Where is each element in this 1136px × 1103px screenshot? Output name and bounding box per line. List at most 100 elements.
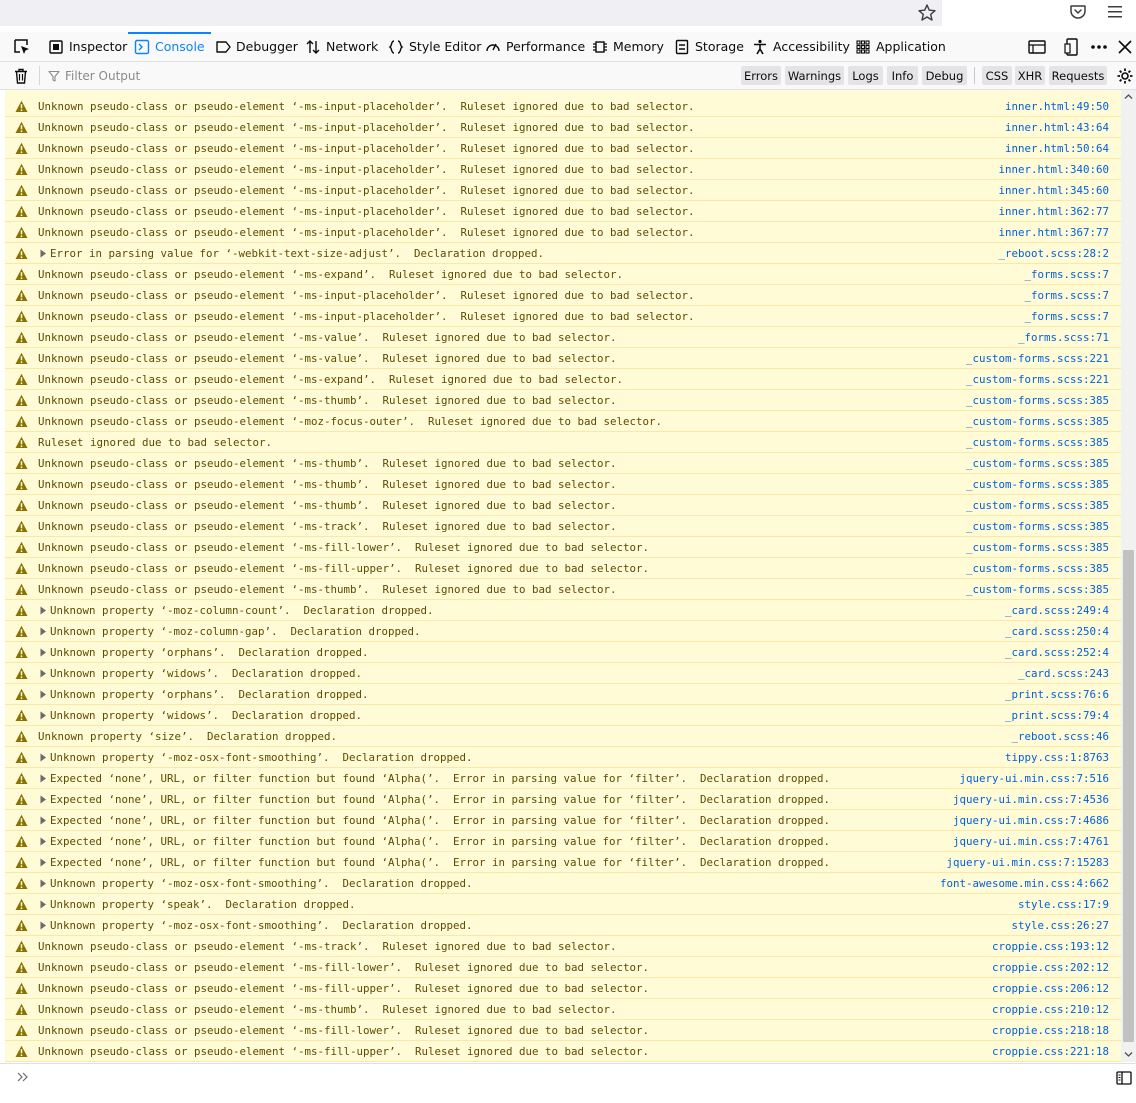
message-source-link[interactable]: inner.html:367:77: [998, 226, 1109, 239]
expand-arrow-icon[interactable]: [39, 816, 47, 825]
console-message-row[interactable]: Unknown pseudo-class or pseudo-element ‘…: [5, 222, 1121, 243]
message-source-link[interactable]: _card.scss:250:4: [1005, 625, 1109, 638]
expand-arrow-icon[interactable]: [39, 627, 47, 636]
message-source-link[interactable]: _reboot.scss:46: [1011, 730, 1109, 743]
tab-debugger[interactable]: Debugger: [215, 32, 298, 61]
message-source-link[interactable]: inner.html:362:77: [998, 205, 1109, 218]
message-source-link[interactable]: _custom-forms.scss:385: [966, 457, 1109, 470]
tab-memory[interactable]: Memory: [592, 32, 664, 61]
console-input[interactable]: [0, 1063, 1136, 1103]
filter-requests-button[interactable]: Requests: [1049, 66, 1107, 85]
console-message-row[interactable]: Unknown property ‘-moz-column-gap’. Decl…: [5, 621, 1121, 642]
console-message-row[interactable]: Unknown pseudo-class or pseudo-element ‘…: [5, 180, 1121, 201]
filter-errors-button[interactable]: Errors: [741, 66, 781, 85]
tab-network[interactable]: Network: [305, 32, 378, 61]
message-source-link[interactable]: croppie.css:210:12: [992, 1003, 1109, 1016]
expand-arrow-icon[interactable]: [39, 858, 47, 867]
filter-logs-button[interactable]: Logs: [848, 66, 883, 85]
message-source-link[interactable]: croppie.css:218:18: [992, 1024, 1109, 1037]
expand-arrow-icon[interactable]: [39, 690, 47, 699]
element-picker-icon[interactable]: [12, 37, 32, 57]
message-source-link[interactable]: _card.scss:243: [1018, 667, 1109, 680]
scrollbar[interactable]: [1121, 90, 1136, 1062]
message-source-link[interactable]: _forms.scss:7: [1024, 289, 1109, 302]
tab-application[interactable]: Application: [855, 32, 946, 61]
message-source-link[interactable]: _custom-forms.scss:385: [966, 415, 1109, 428]
console-message-row[interactable]: Expected ‘none’, URL, or filter function…: [5, 852, 1121, 873]
console-message-row[interactable]: Unknown pseudo-class or pseudo-element ‘…: [5, 96, 1121, 117]
console-message-row[interactable]: Unknown pseudo-class or pseudo-element ‘…: [5, 411, 1121, 432]
tab-accessibility[interactable]: Accessibility: [752, 32, 850, 61]
console-output[interactable]: Unknown pseudo-class or pseudo-element ‘…: [5, 90, 1121, 1062]
message-source-link[interactable]: croppie.css:206:12: [992, 982, 1109, 995]
console-message-row[interactable]: Expected ‘none’, URL, or filter function…: [5, 768, 1121, 789]
bookmark-star-icon[interactable]: [916, 2, 938, 24]
console-message-row[interactable]: Unknown pseudo-class or pseudo-element ‘…: [5, 957, 1121, 978]
expand-arrow-icon[interactable]: [39, 837, 47, 846]
tab-inspector[interactable]: Inspector: [48, 32, 127, 61]
message-source-link[interactable]: croppie.css:221:18: [992, 1045, 1109, 1058]
console-message-row[interactable]: Unknown pseudo-class or pseudo-element ‘…: [5, 579, 1121, 600]
message-source-link[interactable]: _custom-forms.scss:385: [966, 520, 1109, 533]
console-message-row[interactable]: Unknown pseudo-class or pseudo-element ‘…: [5, 201, 1121, 222]
message-source-link[interactable]: jquery-ui.min.css:7:15283: [946, 856, 1109, 869]
trash-icon[interactable]: [12, 67, 30, 85]
message-source-link[interactable]: croppie.css:202:12: [992, 961, 1109, 974]
console-message-row[interactable]: Unknown pseudo-class or pseudo-element ‘…: [5, 516, 1121, 537]
console-message-row[interactable]: Unknown pseudo-class or pseudo-element ‘…: [5, 117, 1121, 138]
console-message-row[interactable]: Unknown pseudo-class or pseudo-element ‘…: [5, 999, 1121, 1020]
console-message-row[interactable]: Unknown pseudo-class or pseudo-element ‘…: [5, 264, 1121, 285]
hamburger-menu-icon[interactable]: [1105, 2, 1125, 22]
message-source-link[interactable]: jquery-ui.min.css:7:516: [959, 772, 1109, 785]
console-message-row[interactable]: Ruleset ignored due to bad selector. _cus…: [5, 432, 1121, 453]
console-message-row[interactable]: Unknown pseudo-class or pseudo-element ‘…: [5, 558, 1121, 579]
tab-performance[interactable]: Performance: [485, 32, 585, 61]
console-message-row[interactable]: Unknown property ‘orphans’. Declaration …: [5, 684, 1121, 705]
expand-arrow-icon[interactable]: [39, 900, 47, 909]
message-source-link[interactable]: tippy.css:1:8763: [1005, 751, 1109, 764]
console-message-row[interactable]: Unknown pseudo-class or pseudo-element ‘…: [5, 327, 1121, 348]
console-message-row[interactable]: Unknown pseudo-class or pseudo-element ‘…: [5, 474, 1121, 495]
console-message-row[interactable]: Unknown property ‘-moz-osx-font-smoothin…: [5, 747, 1121, 768]
filter-input[interactable]: Filter Output: [48, 66, 608, 85]
console-message-row[interactable]: Unknown pseudo-class or pseudo-element ‘…: [5, 138, 1121, 159]
message-source-link[interactable]: inner.html:50:64: [1005, 142, 1109, 155]
close-icon[interactable]: [1115, 37, 1135, 57]
editor-mode-icon[interactable]: [1116, 1071, 1132, 1085]
message-source-link[interactable]: _print.scss:76:6: [1005, 688, 1109, 701]
pocket-icon[interactable]: [1068, 2, 1088, 22]
tab-storage[interactable]: Storage: [674, 32, 744, 61]
filter-xhr-button[interactable]: XHR: [1015, 66, 1045, 85]
message-source-link[interactable]: _custom-forms.scss:385: [966, 478, 1109, 491]
console-message-row[interactable]: Unknown property ‘-moz-osx-font-smoothin…: [5, 873, 1121, 894]
console-message-row[interactable]: Unknown pseudo-class or pseudo-element ‘…: [5, 453, 1121, 474]
console-message-row[interactable]: Unknown property ‘-moz-osx-font-smoothin…: [5, 915, 1121, 936]
expand-arrow-icon[interactable]: [39, 669, 47, 678]
expand-arrow-icon[interactable]: [39, 606, 47, 615]
expand-arrow-icon[interactable]: [39, 711, 47, 720]
console-message-row[interactable]: Unknown property ‘-moz-column-count’. De…: [5, 600, 1121, 621]
console-message-row[interactable]: Unknown pseudo-class or pseudo-element ‘…: [5, 495, 1121, 516]
expand-arrow-icon[interactable]: [39, 921, 47, 930]
message-source-link[interactable]: font-awesome.min.css:4:662: [940, 877, 1109, 890]
filter-info-button[interactable]: Info: [887, 66, 918, 85]
message-source-link[interactable]: _forms.scss:71: [1018, 331, 1109, 344]
console-message-row[interactable]: Error in parsing value for ‘-webkit-text…: [5, 243, 1121, 264]
message-source-link[interactable]: _custom-forms.scss:385: [966, 562, 1109, 575]
expand-arrow-icon[interactable]: [39, 648, 47, 657]
message-source-link[interactable]: style.css:17:9: [1018, 898, 1109, 911]
console-message-row[interactable]: Unknown property ‘size’. Declaration dro…: [5, 726, 1121, 747]
message-source-link[interactable]: _forms.scss:7: [1024, 310, 1109, 323]
console-message-row[interactable]: Unknown pseudo-class or pseudo-element ‘…: [5, 159, 1121, 180]
message-source-link[interactable]: _custom-forms.scss:221: [966, 373, 1109, 386]
message-source-link[interactable]: inner.html:43:64: [1005, 121, 1109, 134]
console-message-row[interactable]: Unknown pseudo-class or pseudo-element ‘…: [5, 306, 1121, 327]
scroll-down-icon[interactable]: [1124, 1050, 1133, 1059]
console-message-row[interactable]: Expected ‘none’, URL, or filter function…: [5, 789, 1121, 810]
console-message-row[interactable]: Unknown property ‘widows’. Declaration d…: [5, 663, 1121, 684]
expand-arrow-icon[interactable]: [39, 879, 47, 888]
more-options-icon[interactable]: [1089, 37, 1109, 57]
console-message-row[interactable]: Unknown pseudo-class or pseudo-element ‘…: [5, 1020, 1121, 1041]
message-source-link[interactable]: _card.scss:252:4: [1005, 646, 1109, 659]
message-source-link[interactable]: inner.html:340:60: [998, 163, 1109, 176]
